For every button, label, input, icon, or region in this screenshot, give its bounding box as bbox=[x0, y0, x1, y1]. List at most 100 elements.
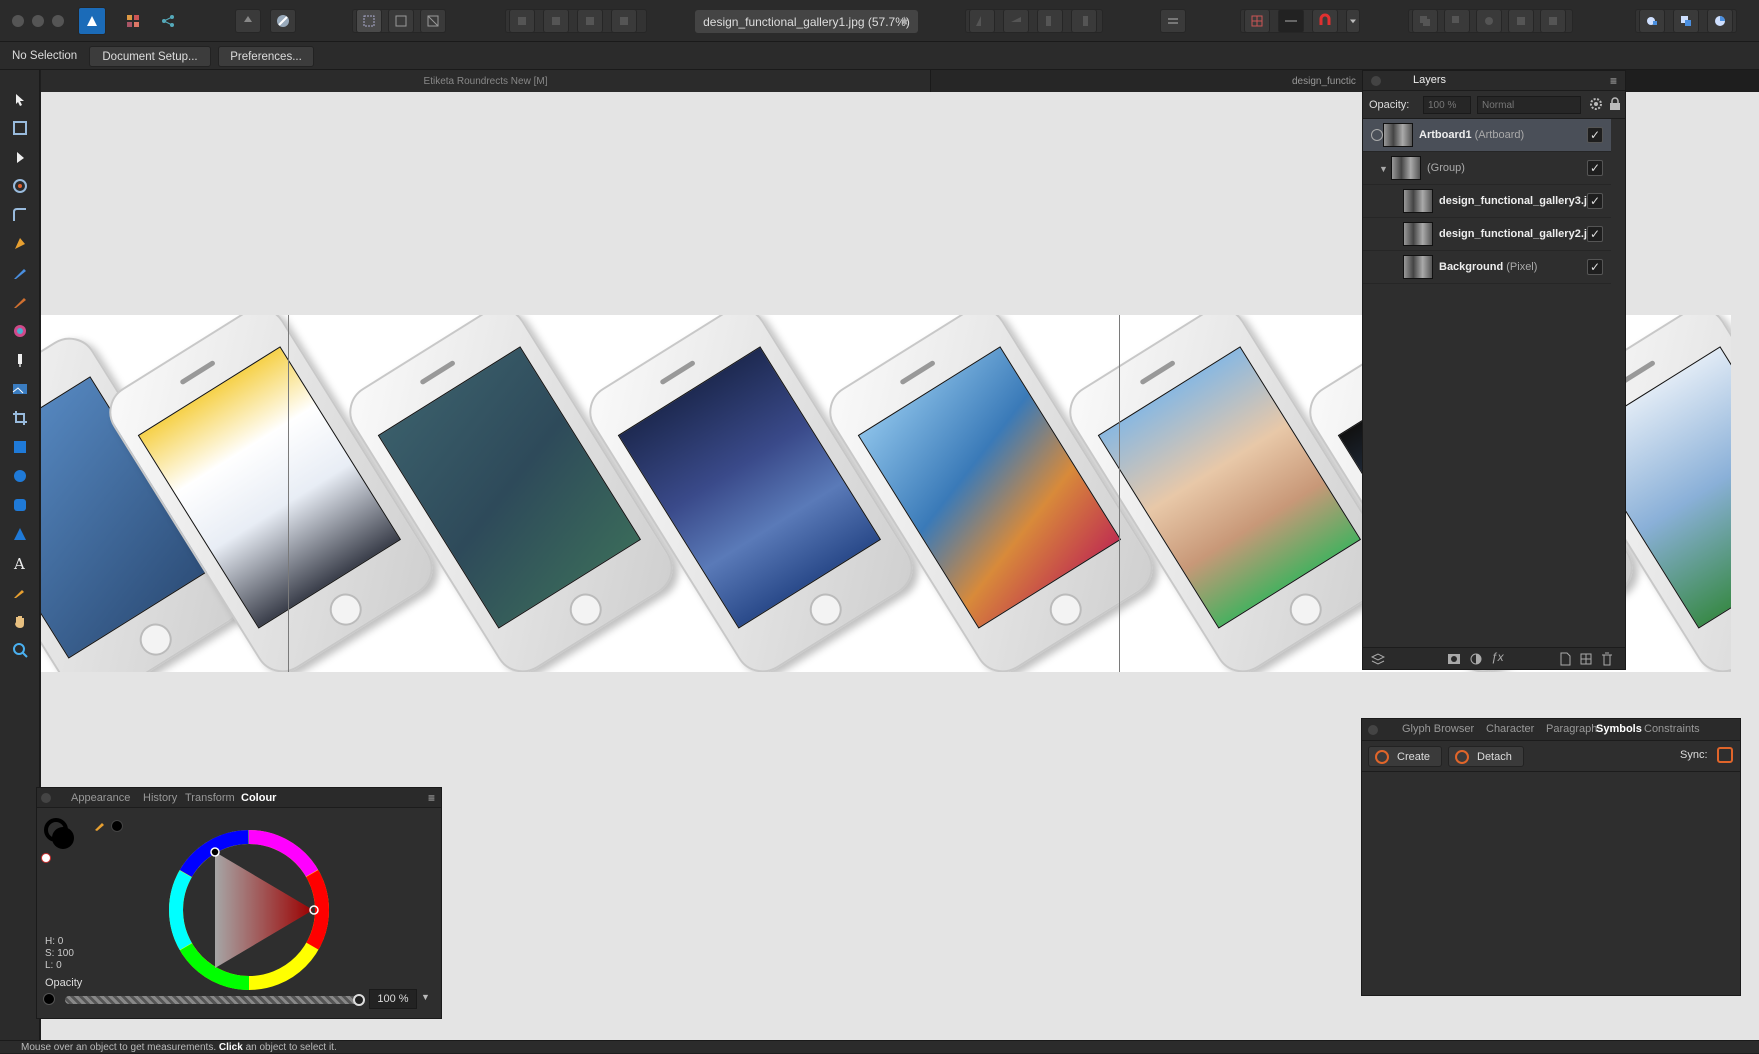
opacity-dropdown-icon[interactable]: ▼ bbox=[421, 992, 430, 1002]
corner-tool-icon[interactable] bbox=[8, 203, 32, 227]
second-document-tab[interactable]: design_functic bbox=[932, 70, 1362, 92]
gear-icon[interactable] bbox=[1589, 97, 1603, 111]
boolean-subtract-icon[interactable] bbox=[1444, 9, 1470, 33]
close-panel-icon[interactable] bbox=[41, 793, 51, 803]
snapping-grid-icon[interactable] bbox=[356, 9, 382, 33]
guide-line[interactable] bbox=[288, 315, 289, 672]
picked-color-swatch[interactable] bbox=[111, 820, 123, 832]
no-color-icon[interactable] bbox=[41, 853, 51, 863]
layer-visibility-checkbox[interactable]: ✓ bbox=[1587, 127, 1603, 143]
ellipse-tool-icon[interactable] bbox=[8, 464, 32, 488]
trash-icon[interactable] bbox=[1601, 652, 1613, 666]
pen-tool-icon[interactable] bbox=[8, 232, 32, 256]
export-persona-icon[interactable] bbox=[155, 9, 181, 33]
flip-vertical-icon[interactable] bbox=[1003, 9, 1029, 33]
move-forward-one-icon[interactable] bbox=[577, 9, 603, 33]
rounded-rectangle-tool-icon[interactable] bbox=[8, 493, 32, 517]
create-symbol-button[interactable]: Create bbox=[1368, 746, 1442, 767]
opacity-slider[interactable] bbox=[65, 994, 365, 1006]
layer-visibility-checkbox[interactable]: ✓ bbox=[1587, 160, 1603, 176]
point-transform-icon[interactable] bbox=[8, 174, 32, 198]
flip-horizontal-icon[interactable] bbox=[969, 9, 995, 33]
eyedropper-icon[interactable] bbox=[93, 818, 107, 832]
fill-tool-icon[interactable] bbox=[8, 319, 32, 343]
pixel-view-icon[interactable] bbox=[388, 9, 414, 33]
tab-colour[interactable]: Colour bbox=[241, 792, 276, 804]
layer-row-background[interactable]: Background (Pixel) ✓ bbox=[1363, 251, 1611, 284]
move-to-back-icon[interactable] bbox=[509, 9, 535, 33]
transparency-tool-icon[interactable] bbox=[8, 348, 32, 372]
rotate-left-icon[interactable] bbox=[1037, 9, 1063, 33]
close-document-icon[interactable]: ★ bbox=[899, 14, 910, 28]
blend-mode-select[interactable]: Normal bbox=[1477, 96, 1581, 114]
tab-constraints[interactable]: Constraints bbox=[1644, 723, 1700, 735]
layer-visibility-checkbox[interactable]: ✓ bbox=[1587, 259, 1603, 275]
insert-top-icon[interactable] bbox=[1707, 9, 1733, 33]
layer-row-group[interactable]: ▼ (Group) ✓ bbox=[1363, 152, 1611, 185]
retina-view-icon[interactable] bbox=[420, 9, 446, 33]
pixel-persona-icon[interactable] bbox=[120, 9, 146, 33]
layer-row-artboard[interactable]: Artboard1 (Artboard) ✓ bbox=[1363, 119, 1611, 152]
boolean-xor-icon[interactable] bbox=[1508, 9, 1534, 33]
designer-persona-icon[interactable] bbox=[78, 7, 106, 35]
layer-visibility-checkbox[interactable]: ✓ bbox=[1587, 226, 1603, 242]
opacity-value-field[interactable]: 100 % bbox=[369, 989, 417, 1009]
boolean-intersect-icon[interactable] bbox=[1476, 9, 1502, 33]
zoom-window-button[interactable] bbox=[52, 15, 64, 27]
move-to-front-icon[interactable] bbox=[611, 9, 637, 33]
fx-icon[interactable]: ƒx bbox=[1491, 650, 1504, 664]
tab-appearance[interactable]: Appearance bbox=[71, 792, 130, 804]
preferences-icon[interactable] bbox=[270, 9, 296, 33]
detach-symbol-button[interactable]: Detach bbox=[1448, 746, 1524, 767]
tab-glyph-browser[interactable]: Glyph Browser bbox=[1402, 723, 1474, 735]
layer-opacity-field[interactable]: 100 % bbox=[1423, 96, 1471, 114]
zoom-tool-icon[interactable] bbox=[8, 638, 32, 662]
close-panel-icon[interactable] bbox=[1371, 76, 1381, 86]
pencil-tool-icon[interactable] bbox=[8, 261, 32, 285]
close-panel-icon[interactable] bbox=[1368, 725, 1378, 735]
minimize-window-button[interactable] bbox=[32, 15, 44, 27]
hand-tool-icon[interactable] bbox=[8, 609, 32, 633]
place-image-icon[interactable] bbox=[8, 377, 32, 401]
move-tool-icon[interactable] bbox=[8, 88, 32, 112]
insert-inside-icon[interactable] bbox=[1639, 9, 1665, 33]
panel-menu-icon[interactable]: ≡ bbox=[1610, 74, 1617, 88]
font-preview-tab[interactable]: Etiketa Roundrects New [M] bbox=[41, 70, 931, 92]
boolean-divide-icon[interactable] bbox=[1540, 9, 1566, 33]
vector-brush-icon[interactable] bbox=[8, 290, 32, 314]
layer-visibility-checkbox[interactable]: ✓ bbox=[1587, 193, 1603, 209]
sync-toggle-icon[interactable] bbox=[1717, 747, 1733, 763]
hsl-colour-wheel[interactable] bbox=[168, 830, 329, 991]
layers-stack-icon[interactable] bbox=[1370, 652, 1386, 666]
color-picker-icon[interactable] bbox=[8, 580, 32, 604]
rotate-right-icon[interactable] bbox=[1071, 9, 1097, 33]
lock-icon[interactable] bbox=[1609, 97, 1621, 111]
text-tool-icon[interactable]: A bbox=[8, 551, 32, 575]
layer-row-gallery3[interactable]: design_functional_gallery3.j ✓ bbox=[1363, 185, 1611, 218]
boolean-add-icon[interactable] bbox=[1412, 9, 1438, 33]
move-back-one-icon[interactable] bbox=[543, 9, 569, 33]
snapping-magnet-icon[interactable] bbox=[1312, 9, 1338, 33]
add-pixel-layer-icon[interactable] bbox=[1559, 652, 1571, 666]
tab-paragraph[interactable]: Paragraph bbox=[1546, 723, 1597, 735]
snapping-dropdown-icon[interactable] bbox=[1346, 9, 1360, 33]
preferences-button[interactable]: Preferences... bbox=[218, 46, 314, 67]
close-window-button[interactable] bbox=[12, 15, 24, 27]
tab-character[interactable]: Character bbox=[1486, 723, 1534, 735]
tab-history[interactable]: History bbox=[143, 792, 177, 804]
layers-tab[interactable]: Layers bbox=[1413, 74, 1446, 86]
guides-snap-icon[interactable] bbox=[1278, 9, 1304, 33]
add-group-icon[interactable] bbox=[1579, 652, 1593, 666]
collapse-triangle-icon[interactable]: ▼ bbox=[1379, 164, 1388, 174]
mask-layer-icon[interactable] bbox=[1447, 652, 1461, 666]
adjustment-layer-icon[interactable] bbox=[1469, 652, 1483, 666]
triangle-tool-icon[interactable] bbox=[8, 522, 32, 546]
expand-toggle-icon[interactable] bbox=[1371, 129, 1383, 141]
layer-row-gallery2[interactable]: design_functional_gallery2.j ✓ bbox=[1363, 218, 1611, 251]
tab-transform[interactable]: Transform bbox=[185, 792, 235, 804]
align-icon[interactable] bbox=[1160, 9, 1186, 33]
artboard-tool-icon[interactable] bbox=[8, 116, 32, 140]
tab-symbols[interactable]: Symbols bbox=[1596, 723, 1642, 735]
fill-stroke-swatch[interactable] bbox=[43, 818, 77, 852]
crop-tool-icon[interactable] bbox=[8, 406, 32, 430]
